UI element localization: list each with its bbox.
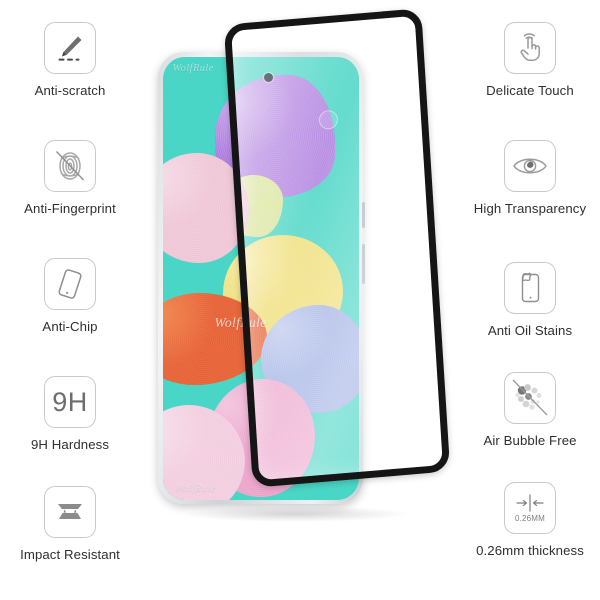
thickness-icon: 0.26MM: [504, 482, 556, 534]
feature-anti-scratch: Anti-scratch: [0, 22, 140, 98]
fingerprint-icon: [44, 140, 96, 192]
feature-anti-oil-stains: Anti Oil Stains: [460, 262, 600, 338]
impact-layers-icon: [44, 486, 96, 538]
hardness-value: 9H: [52, 386, 88, 417]
feature-label: High Transparency: [473, 201, 587, 216]
feature-impact-resistant: Impact Resistant: [0, 486, 140, 562]
feature-label: Impact Resistant: [20, 547, 120, 562]
eye-icon: [504, 140, 556, 192]
feature-column-right: Delicate Touch High Transparency Anti Oi…: [460, 0, 600, 600]
feature-label: Anti Oil Stains: [487, 323, 573, 338]
feature-column-left: Anti-scratch Anti-Fingerprint Anti-Chip …: [0, 0, 140, 600]
feature-label: 9H Hardness: [30, 437, 110, 452]
feature-anti-fingerprint: Anti-Fingerprint: [0, 140, 140, 216]
air-bubble-icon: [504, 372, 556, 424]
thickness-badge-text: 0.26MM: [514, 514, 546, 523]
feature-label: Anti-Chip: [42, 319, 98, 334]
drop-shadow: [180, 506, 410, 522]
glass-camera-cutout: [319, 110, 338, 130]
feature-label: Delicate Touch: [486, 83, 574, 98]
feature-label: Anti-scratch: [34, 83, 106, 98]
device-composite: WolfRule WolfRule WolfRule: [150, 0, 451, 600]
feature-label: Air Bubble Free: [483, 433, 577, 448]
phone-chip-icon: [44, 258, 96, 310]
tempered-glass-protector: [223, 8, 451, 488]
feature-label: Anti-Fingerprint: [24, 201, 116, 216]
touch-hand-icon: [504, 22, 556, 74]
feature-thickness: 0.26MM 0.26mm thickness: [460, 482, 600, 558]
feature-anti-chip: Anti-Chip: [0, 258, 140, 334]
hardness-9h-icon: 9H: [44, 376, 96, 428]
feature-delicate-touch: Delicate Touch: [460, 22, 600, 98]
feature-high-transparency: High Transparency: [460, 140, 600, 216]
feature-label: 0.26mm thickness: [476, 543, 584, 558]
feature-9h-hardness: 9H 9H Hardness: [0, 376, 140, 452]
pencil-scratch-icon: [44, 22, 96, 74]
feature-air-bubble-free: Air Bubble Free: [460, 372, 600, 448]
oil-drop-phone-icon: [504, 262, 556, 314]
product-infographic: Anti-scratch Anti-Fingerprint Anti-Chip …: [0, 0, 600, 600]
